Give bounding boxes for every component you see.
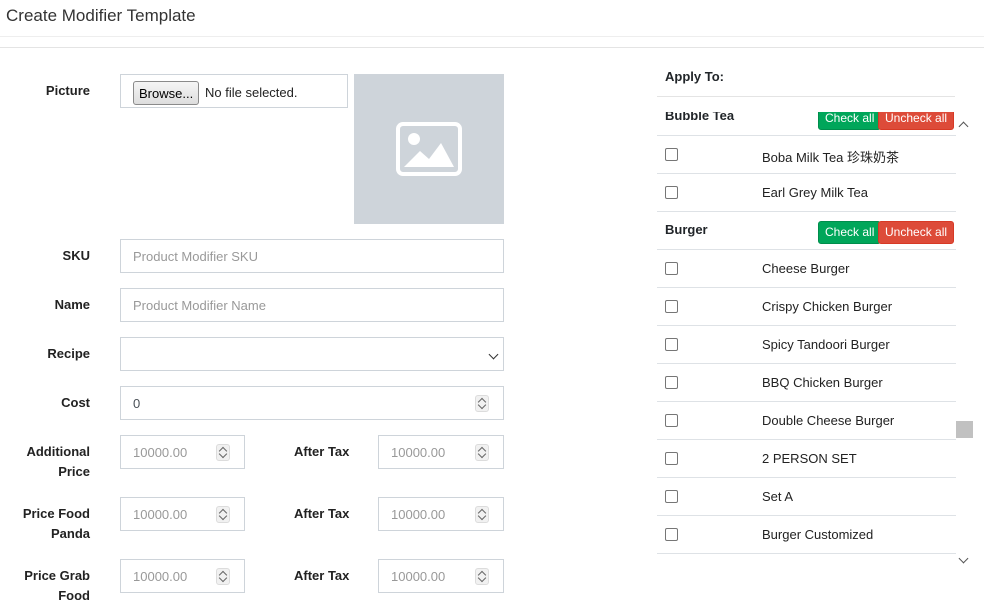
cost-input[interactable]: 0 <box>120 386 504 420</box>
image-icon <box>396 122 462 176</box>
item-checkbox[interactable] <box>665 300 678 313</box>
group-name: Burger <box>665 222 708 237</box>
grab-food-after-tax-input[interactable]: 10000.00 <box>378 559 504 593</box>
item-label: BBQ Chicken Burger <box>762 375 883 390</box>
name-input[interactable]: Product Modifier Name <box>120 288 504 322</box>
chevron-down-icon[interactable] <box>958 553 969 564</box>
browse-button[interactable]: Browse... <box>133 81 200 105</box>
list-item: Crispy Chicken Burger <box>657 288 956 326</box>
check-all-button[interactable]: Check all <box>818 112 882 130</box>
apply-to-title: Apply To: <box>665 69 724 84</box>
food-panda-price-input[interactable]: 10000.00 <box>120 497 245 531</box>
sku-placeholder: Product Modifier SKU <box>133 248 258 264</box>
price-food-panda-label: Price Food Panda <box>22 506 90 541</box>
item-label: Crispy Chicken Burger <box>762 299 893 314</box>
picture-file-input[interactable]: Browse... No file selected. <box>120 74 348 108</box>
item-checkbox[interactable] <box>665 262 678 275</box>
list-item: Boba Milk Tea 珍珠奶茶 <box>657 136 956 174</box>
item-label: Double Cheese Burger <box>762 413 895 428</box>
list-scrollbar[interactable] <box>956 116 973 568</box>
list-item: Cheese Burger <box>657 250 956 288</box>
group-header-bubble-tea: Bubble Tea Check all Uncheck all <box>657 112 956 136</box>
grab-food-price-input[interactable]: 10000.00 <box>120 559 245 593</box>
price-grab-food-label: Price Grab Food <box>24 568 90 603</box>
food-panda-after-tax-label: After Tax <box>294 506 350 521</box>
grab-food-price-stepper[interactable] <box>216 568 230 585</box>
chevron-up-icon[interactable] <box>958 121 969 132</box>
list-item: Burger Customized <box>657 516 956 554</box>
list-item: BBQ Chicken Burger <box>657 364 956 402</box>
divider <box>0 47 984 48</box>
item-label: Cheese Burger <box>762 261 850 276</box>
page-title: Create Modifier Template <box>6 6 196 25</box>
food-panda-after-tax-stepper[interactable] <box>475 506 489 523</box>
additional-after-tax-input[interactable]: 10000.00 <box>378 435 504 469</box>
food-panda-price-stepper[interactable] <box>216 506 230 523</box>
item-checkbox[interactable] <box>665 490 678 503</box>
item-label: 2 PERSON SET <box>762 451 857 466</box>
food-panda-after-tax-placeholder: 10000.00 <box>391 506 446 522</box>
uncheck-all-button[interactable]: Uncheck all <box>878 221 955 244</box>
grab-food-price-placeholder: 10000.00 <box>133 568 188 584</box>
chevron-down-icon <box>488 349 499 360</box>
grab-food-after-tax-label: After Tax <box>294 568 350 583</box>
cost-stepper[interactable] <box>475 395 489 412</box>
sku-label: SKU <box>62 248 90 263</box>
list-item: Spicy Tandoori Burger <box>657 326 956 364</box>
cost-label: Cost <box>61 395 90 410</box>
item-label: Burger Customized <box>762 527 874 542</box>
recipe-select[interactable] <box>120 337 504 371</box>
item-label: Spicy Tandoori Burger <box>762 337 890 352</box>
check-all-button[interactable]: Check all <box>818 221 882 244</box>
name-label: Name <box>54 297 90 312</box>
uncheck-all-button[interactable]: Uncheck all <box>878 112 955 130</box>
additional-price-label: Additional Price <box>26 444 90 479</box>
item-label: Set A <box>762 489 794 504</box>
name-placeholder: Product Modifier Name <box>133 297 266 313</box>
divider <box>0 36 984 37</box>
no-file-text: No file selected. <box>205 85 298 100</box>
sku-input[interactable]: Product Modifier SKU <box>120 239 504 273</box>
additional-price-stepper[interactable] <box>216 444 230 461</box>
additional-after-tax-label: After Tax <box>294 444 350 459</box>
item-checkbox[interactable] <box>665 338 678 351</box>
item-checkbox[interactable] <box>665 148 678 161</box>
image-preview <box>354 74 504 224</box>
additional-price-placeholder: 10000.00 <box>133 444 188 460</box>
item-checkbox[interactable] <box>665 528 678 541</box>
scrollbar-thumb[interactable] <box>956 421 973 438</box>
grab-food-after-tax-stepper[interactable] <box>475 568 489 585</box>
food-panda-price-placeholder: 10000.00 <box>133 506 188 522</box>
cost-value: 0 <box>133 395 141 411</box>
additional-after-tax-stepper[interactable] <box>475 444 489 461</box>
item-checkbox[interactable] <box>665 376 678 389</box>
apply-to-list[interactable]: Bubble Tea Check all Uncheck all Boba Mi… <box>657 112 973 568</box>
group-name: Bubble Tea <box>665 112 735 123</box>
list-item: 2 PERSON SET <box>657 440 956 478</box>
item-label: Earl Grey Milk Tea <box>762 185 868 200</box>
list-item: Earl Grey Milk Tea <box>657 174 956 212</box>
item-checkbox[interactable] <box>665 186 678 199</box>
recipe-label: Recipe <box>47 346 90 361</box>
list-item: Double Cheese Burger <box>657 402 956 440</box>
item-checkbox[interactable] <box>665 414 678 427</box>
item-checkbox[interactable] <box>665 452 678 465</box>
food-panda-after-tax-input[interactable]: 10000.00 <box>378 497 504 531</box>
grab-food-after-tax-placeholder: 10000.00 <box>391 568 446 584</box>
item-label: Boba Milk Tea 珍珠奶茶 <box>762 150 900 165</box>
list-item: Set A <box>657 478 956 516</box>
divider <box>657 96 955 97</box>
additional-price-input[interactable]: 10000.00 <box>120 435 245 469</box>
additional-after-tax-placeholder: 10000.00 <box>391 444 446 460</box>
picture-label: Picture <box>45 83 90 98</box>
group-header-burger: Burger Check all Uncheck all <box>657 212 956 250</box>
